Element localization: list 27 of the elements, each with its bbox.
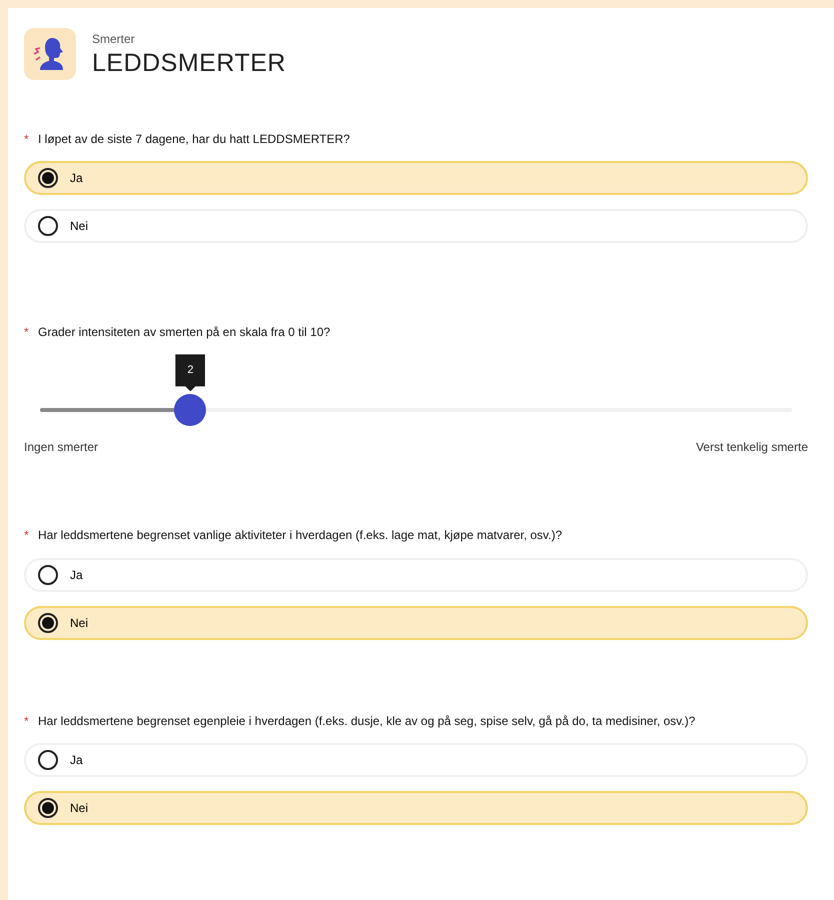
slider-thumb[interactable] xyxy=(174,394,206,426)
question-label: * Grader intensiteten av smerten på en skala fra 0 til 10? xyxy=(24,323,759,342)
question-label: * Har leddsmertene begrenset egenpleie i hverdagen (f.eks. dusje, kle av og på seg, spise selv, gå på do, ta medisiner, osv.)? xyxy=(24,712,759,731)
radio-option[interactable]: Nei xyxy=(24,606,808,640)
question-label: * I løpet av de siste 7 dagene, har du hatt LEDDSMERTER? xyxy=(24,130,759,150)
radio-icon xyxy=(38,798,58,818)
question-label: * Har leddsmertene begrenset vanlige aktiviteter i hverdagen (f.eks. lage mat, kjøpe matvarer, osv.)? xyxy=(24,526,759,546)
page-title: LEDDSMERTER xyxy=(92,48,286,78)
radio-icon xyxy=(38,750,58,770)
radio-option[interactable]: Ja xyxy=(24,742,808,777)
radio-icon xyxy=(38,564,58,585)
radio-icon xyxy=(38,612,58,633)
value-tooltip: 2 xyxy=(175,354,206,392)
required-marker: * xyxy=(24,712,29,730)
required-marker: * xyxy=(24,131,29,148)
max-label: Verst tenkelig smerte xyxy=(696,439,808,456)
required-marker: * xyxy=(24,324,29,342)
required-marker: * xyxy=(24,527,29,544)
min-label: Ingen smerter xyxy=(24,439,98,456)
radio-option[interactable]: Nei xyxy=(24,790,808,825)
radio-option[interactable]: Ja xyxy=(24,161,808,196)
category-label: Smerter xyxy=(92,31,136,48)
radio-option[interactable]: Nei xyxy=(24,209,808,244)
radio-icon xyxy=(38,216,58,236)
app-icon xyxy=(24,28,76,80)
radio-option[interactable]: Ja xyxy=(24,558,808,592)
radio-icon xyxy=(38,168,58,188)
